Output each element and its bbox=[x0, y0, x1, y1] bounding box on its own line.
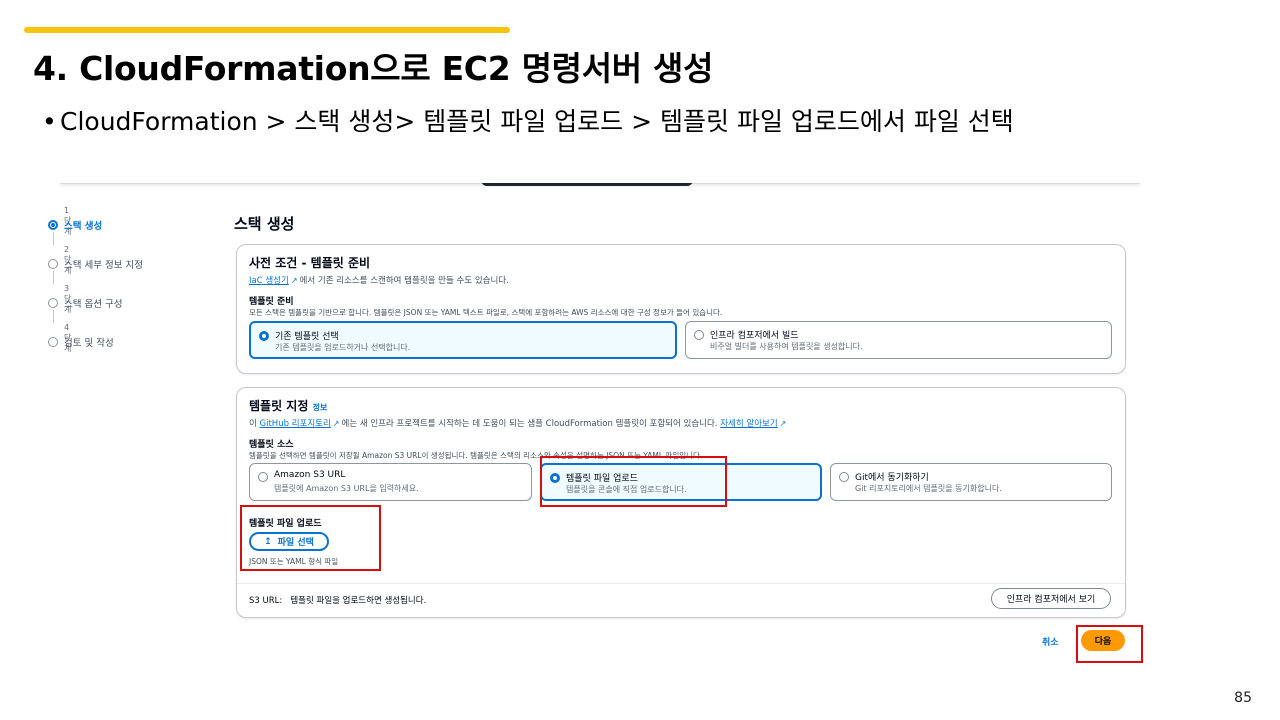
prepare-label: 템플릿 준비 bbox=[249, 297, 294, 307]
radio-icon bbox=[694, 330, 704, 340]
slide-title: 4. CloudFormation으로 EC2 명령서버 생성 bbox=[33, 49, 714, 88]
iac-link[interactable]: IaC 생성기 bbox=[249, 276, 289, 286]
source-label: 템플릿 소스 bbox=[249, 440, 294, 450]
bullet-label: CloudFormation > 스택 생성> 템플릿 파일 업로드 > 템플릿… bbox=[60, 107, 1014, 136]
step-name: 스택 생성 bbox=[64, 221, 103, 232]
view-in-composer-button[interactable]: 인프라 컴포저에서 보기 bbox=[991, 588, 1111, 609]
option-desc: 비주얼 빌더를 사용하여 템플릿을 생성합니다. bbox=[710, 342, 863, 351]
slide: 4. CloudFormation으로 EC2 명령서버 생성 • CloudFo… bbox=[0, 0, 1280, 720]
s3-url-row: S3 URL: 템플릿 파일을 업로드하면 생성됩니다. bbox=[249, 594, 426, 606]
step-circle-icon bbox=[48, 337, 58, 347]
github-text: 에는 새 인프라 프로젝트를 시작하는 데 도움이 되는 샘플 CloudFor… bbox=[341, 419, 718, 429]
github-link[interactable]: GitHub 리포지토리 bbox=[260, 419, 331, 429]
step-connector bbox=[53, 271, 54, 284]
iac-text: 에서 기존 리소스를 스캔하여 템플릿을 만들 수도 있습니다. bbox=[299, 276, 509, 286]
template-title: 템플릿 지정 정보 bbox=[249, 397, 327, 414]
cancel-button[interactable]: 취소 bbox=[1042, 635, 1059, 648]
step-name: 스택 옵션 구성 bbox=[64, 299, 123, 310]
console-screenshot: 1단계 스택 생성 2단계 스택 세부 정보 지정 3단계 스택 옵션 구성 4… bbox=[35, 183, 1195, 665]
step-circle-icon bbox=[48, 259, 58, 269]
step-connector bbox=[53, 232, 54, 245]
highlight-upload-option bbox=[540, 456, 727, 507]
template-title-text: 템플릿 지정 bbox=[249, 399, 309, 413]
bullet-text: • CloudFormation > 스택 생성> 템플릿 파일 업로드 > 템플… bbox=[42, 102, 1014, 138]
option-title: Git에서 동기화하기 bbox=[855, 473, 929, 483]
highlight-next-button bbox=[1076, 625, 1143, 663]
prereq-title: 사전 조건 - 템플릿 준비 bbox=[249, 256, 371, 270]
s3-url-label: S3 URL: bbox=[249, 596, 283, 606]
card-divider bbox=[237, 583, 1125, 584]
step-circle-icon bbox=[48, 298, 58, 308]
option-desc: Git 리포지토리에서 템플릿을 동기화합니다. bbox=[855, 484, 1002, 493]
external-link-icon: ↗ bbox=[779, 419, 787, 428]
option-title: 기존 템플릿 선택 bbox=[275, 332, 339, 342]
radio-icon bbox=[259, 331, 269, 341]
page-heading: 스택 생성 bbox=[234, 215, 295, 233]
page-number: 85 bbox=[1234, 690, 1252, 706]
github-prefix: 이 bbox=[249, 419, 257, 429]
option-title: 인프라 컴포저에서 빌드 bbox=[710, 331, 799, 341]
option-desc: 기존 템플릿을 업로드하거나 선택합니다. bbox=[275, 343, 411, 352]
step-connector bbox=[53, 310, 54, 323]
git-sync-option[interactable]: Git에서 동기화하기 Git 리포지토리에서 템플릿을 동기화합니다. bbox=[830, 463, 1112, 501]
prepare-desc: 모든 스택은 템플릿을 기반으로 합니다. 템플릿은 JSON 또는 YAML … bbox=[249, 308, 723, 317]
radio-icon bbox=[839, 472, 849, 482]
step-name: 스택 세부 정보 지정 bbox=[64, 260, 143, 271]
learn-more-link[interactable]: 자세히 알아보기 bbox=[720, 419, 777, 429]
radio-icon bbox=[258, 472, 268, 482]
option-title: Amazon S3 URL bbox=[274, 470, 346, 480]
top-tab-shape bbox=[481, 183, 693, 186]
s3-url-option[interactable]: Amazon S3 URL 템플릿에 Amazon S3 URL을 입력하세요. bbox=[249, 463, 532, 501]
github-line: 이 GitHub 리포지토리 ↗ 에는 새 인프라 프로젝트를 시작하는 데 도움이… bbox=[249, 417, 788, 429]
step-circle-icon bbox=[48, 220, 58, 230]
composer-build-option[interactable]: 인프라 컴포저에서 빌드 비주얼 빌더를 사용하여 템플릿을 생성합니다. bbox=[685, 321, 1112, 359]
iac-line: IaC 생성기 ↗ 에서 기존 리소스를 스캔하여 템플릿을 만들 수도 있습니다. bbox=[249, 274, 509, 286]
external-link-icon: ↗ bbox=[290, 276, 298, 285]
info-link[interactable]: 정보 bbox=[313, 403, 328, 412]
option-desc: 템플릿에 Amazon S3 URL을 입력하세요. bbox=[274, 484, 419, 493]
s3-url-value: 템플릿 파일을 업로드하면 생성됩니다. bbox=[290, 596, 427, 606]
bullet-dot: • bbox=[42, 107, 57, 136]
accent-bar bbox=[24, 27, 510, 33]
external-link-icon: ↗ bbox=[332, 419, 340, 428]
highlight-file-upload bbox=[240, 505, 381, 571]
existing-template-option[interactable]: 기존 템플릿 선택 기존 템플릿을 업로드하거나 선택합니다. bbox=[249, 321, 677, 359]
step-name: 검토 및 작성 bbox=[64, 338, 114, 349]
